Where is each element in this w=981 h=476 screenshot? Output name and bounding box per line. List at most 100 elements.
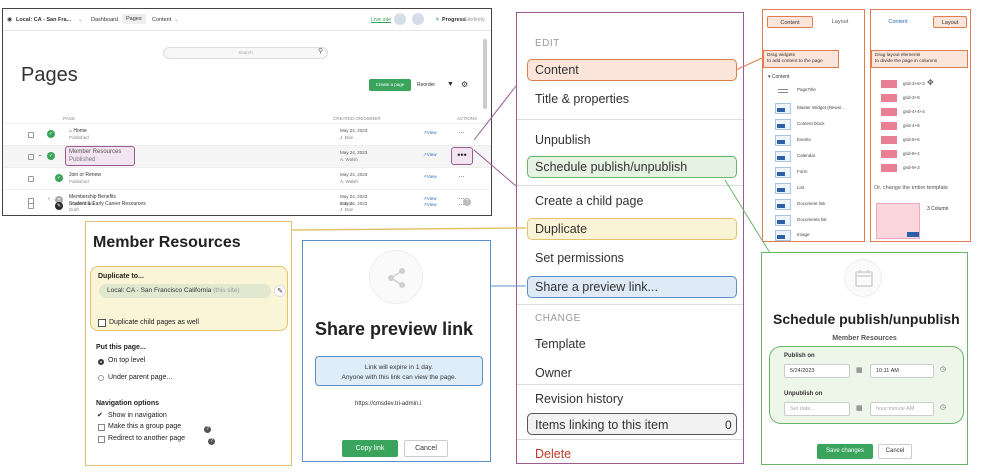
view-link[interactable]: ↗View (423, 152, 436, 158)
tab-layout[interactable]: Layout (818, 16, 862, 28)
nav-pages[interactable]: Pages (122, 14, 146, 24)
site-select[interactable]: Local: CA - San Francisco California (th… (99, 284, 271, 298)
check-icon[interactable]: ✔ (97, 411, 103, 419)
create-page-button[interactable]: Create a page (369, 79, 411, 91)
filter-icon[interactable]: ▼ (447, 81, 454, 88)
publish-time-input[interactable]: 10:11 AM (870, 364, 934, 378)
view-label: View (426, 174, 437, 179)
edit-icon[interactable]: ✎ (274, 285, 286, 297)
search-icon: ⚲ (318, 48, 324, 55)
row-checkbox[interactable] (28, 154, 34, 160)
menu-item-create-child[interactable]: Create a child page (535, 194, 643, 208)
mvc-widget-icon (775, 199, 791, 210)
menu-item-linking[interactable]: Items linking to this item (535, 418, 668, 432)
redirect-checkbox[interactable] (98, 436, 105, 443)
scrollbar[interactable] (483, 39, 487, 109)
row-title[interactable]: Student & Early Career Resources (69, 201, 146, 207)
clock-icon[interactable]: ◷ (940, 365, 946, 373)
table-row[interactable]: ✎ Student & Early Career Resources Draft… (3, 199, 491, 215)
row-checkbox[interactable] (28, 176, 34, 182)
row-status: Published (69, 179, 89, 184)
unpublish-time-input[interactable]: hour:minute AM (870, 402, 934, 416)
tab-content[interactable]: Content (767, 16, 813, 28)
row-checkbox[interactable] (28, 132, 34, 138)
unpublish-date-input[interactable]: Set date... (784, 402, 850, 416)
menu-item-permissions[interactable]: Set permissions (535, 251, 624, 265)
grid-icon (881, 136, 897, 144)
menu-item-share-preview[interactable]: Share a preview link... (535, 280, 658, 294)
schedule-box: Publish on 5/24/2023 ▦ 10:11 AM ◷ Unpubl… (769, 346, 964, 424)
menu-item-content[interactable]: Content (535, 63, 579, 77)
publish-date-input[interactable]: 5/24/2023 (784, 364, 850, 378)
tab-content[interactable]: Content (875, 16, 921, 28)
menu-item-template[interactable]: Template (535, 337, 586, 351)
live-site-link[interactable]: Live site (371, 17, 391, 23)
widget-label: Master Widget (News/... (797, 105, 846, 110)
copy-link-button[interactable]: Copy link (342, 440, 398, 457)
row-title[interactable]: Join or Renew (69, 172, 101, 178)
pages-screen: ◉ Local: CA - San Fra... ⌄ Dashboard Pag… (2, 8, 492, 216)
nav-content[interactable]: Content (152, 17, 171, 23)
text-icon (775, 85, 791, 96)
on-top-radio[interactable] (98, 359, 104, 365)
linking-count: 0 (725, 418, 732, 432)
nav-dashboard[interactable]: Dashboard (91, 17, 118, 23)
duplicate-child-checkbox[interactable] (98, 319, 106, 327)
row-owner: J. Doe (340, 207, 354, 212)
info-line-1: Link will expire in 1 day. (364, 364, 434, 371)
template-thumbnail[interactable] (876, 203, 920, 239)
table-row[interactable]: ✓ Join or Renew Published May 24, 2023 A… (3, 167, 491, 189)
menu-divider (517, 304, 743, 305)
help-avatar[interactable] (412, 13, 424, 25)
tab-layout[interactable]: Layout (933, 16, 967, 28)
table-row[interactable]: ⌄ ✓ Member Resources Published May 24, 2… (3, 145, 491, 167)
calendar-small-icon[interactable]: ▦ (856, 366, 863, 374)
menu-item-duplicate[interactable]: Duplicate (535, 222, 587, 236)
column-created: CREATED ON/OWNER (333, 116, 381, 121)
menu-item-owner[interactable]: Owner (535, 366, 572, 380)
menu-divider (517, 384, 743, 385)
under-parent-label: Under parent page... (108, 374, 173, 381)
preview-url[interactable]: https://cmsdev.tri-admin.i (355, 401, 421, 407)
menu-item-title-properties[interactable]: Title & properties (535, 92, 629, 106)
chevron-down-icon: ⌄ (78, 17, 83, 23)
menu-item-schedule[interactable]: Schedule publish/unpublish (535, 160, 687, 174)
reorder-button[interactable]: Reorder (417, 82, 435, 88)
group-page-checkbox[interactable] (98, 424, 105, 431)
site-selector[interactable]: Local: CA - San Fra... (16, 17, 71, 23)
grid-label: grid-4+8 (903, 123, 920, 128)
view-link[interactable]: ↗View (423, 174, 436, 180)
help-icon[interactable]: ? (204, 426, 211, 433)
row-title[interactable]: ⌂ Home (69, 128, 87, 134)
help-icon[interactable]: ? (208, 438, 215, 445)
user-avatar[interactable] (394, 13, 406, 25)
menu-item-delete[interactable]: Delete (535, 447, 571, 461)
clock-icon[interactable]: ◷ (940, 403, 946, 411)
drag-widgets-hint: Drag widgets to add content to the page (763, 50, 839, 68)
table-row[interactable]: ✓ ⌂ Home Published May 24, 2023 J. Doe ↗… (3, 123, 491, 145)
row-checkbox[interactable] (28, 203, 34, 209)
gear-icon[interactable]: ⚙ (461, 80, 468, 89)
row-owner: A. Walsh (340, 157, 358, 162)
content-group[interactable]: ▾ Content (768, 74, 789, 80)
view-link[interactable]: ↗View (423, 202, 436, 208)
chevron-down-icon[interactable]: ⌄ (38, 152, 42, 158)
view-link[interactable]: ↗View (423, 130, 436, 136)
cancel-button[interactable]: Cancel (878, 444, 912, 459)
save-changes-button[interactable]: Save changes (817, 444, 873, 459)
mvc-widget-icon (775, 183, 791, 194)
calendar-small-icon[interactable]: ▦ (856, 404, 863, 412)
more-actions-button[interactable]: ••• (451, 147, 473, 165)
under-parent-radio[interactable] (98, 375, 104, 381)
more-actions-button[interactable]: … (458, 200, 465, 207)
menu-item-unpublish[interactable]: Unpublish (535, 133, 591, 147)
status-draft-icon: ✎ (55, 202, 63, 210)
grid-label: grid-3+6+3 (903, 81, 925, 86)
more-actions-button[interactable]: … (458, 128, 465, 135)
cancel-button[interactable]: Cancel (404, 440, 448, 457)
hint-line-2: to divide the page in columns (875, 59, 938, 64)
row-title[interactable]: Member Resources (69, 149, 121, 155)
menu-item-revision[interactable]: Revision history (535, 392, 623, 406)
more-actions-button[interactable]: … (458, 172, 465, 179)
search-input[interactable]: Search (163, 47, 328, 59)
